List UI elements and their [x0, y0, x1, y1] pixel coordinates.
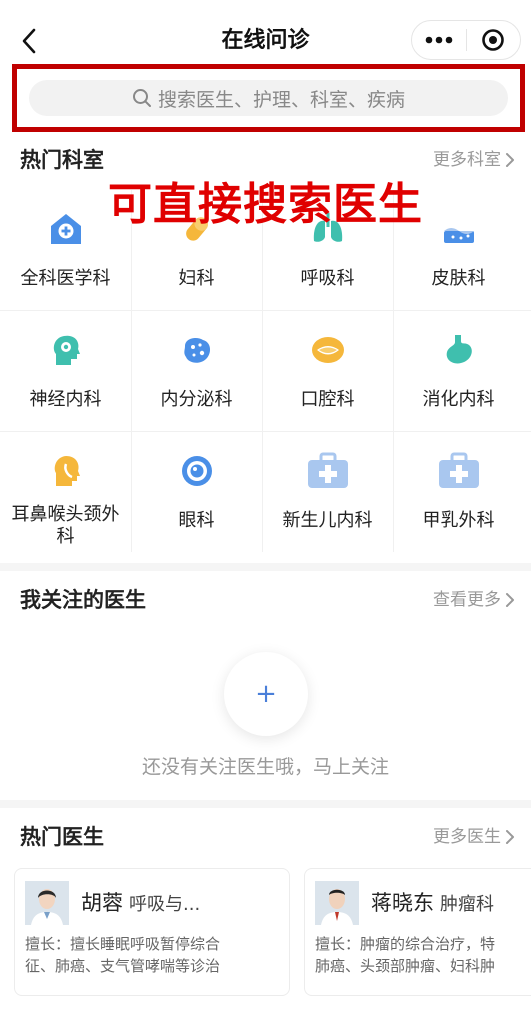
- chevron-right-icon: [506, 593, 514, 607]
- more-doctors-link[interactable]: 更多医生: [433, 817, 515, 857]
- department-label: 内分泌科: [160, 389, 233, 410]
- doctor-name: 蒋晓东: [371, 891, 434, 915]
- search-input[interactable]: 搜索医生、护理、科室、疾病: [29, 80, 508, 116]
- department-endocrinology[interactable]: 内分泌科: [131, 311, 262, 432]
- department-label: 口腔科: [300, 389, 355, 410]
- empty-state-text: 还没有关注医生哦，马上关注: [141, 756, 389, 778]
- chevron-right-icon: [506, 830, 514, 844]
- department-neurology[interactable]: 神经内科: [0, 311, 131, 432]
- skin-icon: [438, 208, 480, 250]
- mini-program-capsule: [411, 20, 521, 60]
- doctor-card[interactable]: 蒋晓东 肿瘤科 擅长：肿瘤的综合治疗，特 肺癌、头颈部肿瘤、妇科肿: [304, 868, 531, 996]
- view-more-followed-link[interactable]: 查看更多: [433, 580, 515, 620]
- doctor-specialty: 擅长：肿瘤的综合治疗，特 肺癌、头颈部肿瘤、妇科肿: [315, 933, 531, 977]
- add-follow-button[interactable]: +: [224, 652, 308, 736]
- department-label: 耳鼻喉头颈外科: [11, 504, 120, 547]
- brain-head-icon: [45, 329, 87, 371]
- departments-title: 热门科室: [20, 148, 104, 172]
- doctor-name-row: 胡蓉 呼吸与...: [81, 887, 200, 917]
- department-thyroid-breast[interactable]: 甲乳外科: [393, 432, 524, 553]
- annotation-caption: 可直接搜索医生: [108, 179, 423, 230]
- department-label: 呼吸科: [300, 268, 355, 289]
- department-label: 眼科: [178, 510, 215, 531]
- search-highlight-box: 搜索医生、护理、科室、疾病: [12, 64, 525, 132]
- department-label: 神经内科: [29, 389, 102, 410]
- more-button[interactable]: [412, 21, 466, 59]
- department-neonatology[interactable]: 新生儿内科: [262, 432, 393, 553]
- doctor-department: 呼吸与...: [129, 894, 201, 915]
- department-grid: 全科医学科 妇科 呼吸科 皮肤科 神经内科 内分泌科 口腔科 消化内科 耳鼻喉头…: [0, 190, 531, 552]
- department-gastroenterology[interactable]: 消化内科: [393, 311, 524, 432]
- house-plus-icon: [45, 208, 87, 250]
- hot-doctors-title: 热门医生: [20, 825, 104, 849]
- close-button[interactable]: [467, 21, 520, 59]
- more-dots-icon: [425, 36, 453, 44]
- plus-icon: +: [255, 679, 277, 709]
- doctor-avatar: [25, 881, 69, 925]
- chevron-right-icon: [506, 153, 514, 167]
- hot-doctors-header: 热门医生 更多医生: [0, 817, 531, 857]
- doctor-name-row: 蒋晓东 肿瘤科: [371, 887, 494, 917]
- department-label: 新生儿内科: [282, 510, 373, 531]
- department-label: 妇科: [178, 268, 215, 289]
- stomach-icon: [438, 329, 480, 371]
- more-departments-link[interactable]: 更多科室: [433, 140, 515, 180]
- search-icon: [132, 89, 151, 107]
- department-ent[interactable]: 耳鼻喉头颈外科: [0, 432, 131, 553]
- eye-icon: [176, 450, 218, 492]
- medkit-icon: [438, 450, 480, 492]
- more-departments-label: 更多科室: [433, 150, 501, 170]
- mouth-icon: [307, 329, 349, 371]
- doctor-card[interactable]: 胡蓉 呼吸与... 擅长：擅长睡眠呼吸暂停综合 征、肺癌、支气管哮喘等诊治: [14, 868, 290, 996]
- specialty-line: 肺癌、头颈部肿瘤、妇科肿: [315, 957, 496, 975]
- department-ophthalmology[interactable]: 眼科: [131, 432, 262, 553]
- department-label: 皮肤科: [431, 268, 486, 289]
- department-stomatology[interactable]: 口腔科: [262, 311, 393, 432]
- department-label: 全科医学科: [20, 268, 111, 289]
- followed-title: 我关注的医生: [20, 588, 146, 612]
- section-divider: [0, 563, 531, 571]
- section-divider: [0, 800, 531, 808]
- department-label: 甲乳外科: [422, 510, 495, 531]
- ent-head-icon: [45, 450, 87, 492]
- followed-header: 我关注的医生 查看更多: [0, 580, 531, 620]
- specialty-line: 擅长：肿瘤的综合治疗，特: [315, 935, 496, 953]
- department-label: 消化内科: [422, 389, 495, 410]
- specialty-line: 征、肺癌、支气管哮喘等诊治: [25, 957, 221, 975]
- target-icon: [482, 29, 505, 51]
- doctor-name: 胡蓉: [81, 891, 123, 915]
- doctor-avatar: [315, 881, 359, 925]
- search-placeholder: 搜索医生、护理、科室、疾病: [157, 88, 405, 111]
- doctor-specialty: 擅长：擅长睡眠呼吸暂停综合 征、肺癌、支气管哮喘等诊治: [25, 933, 289, 977]
- medkit-icon: [307, 450, 349, 492]
- cell-icon: [176, 329, 218, 371]
- view-more-label: 查看更多: [433, 590, 501, 610]
- specialty-line: 擅长：擅长睡眠呼吸暂停综合: [25, 935, 221, 953]
- more-doctors-label: 更多医生: [433, 827, 501, 847]
- doctor-department: 肿瘤科: [440, 894, 494, 915]
